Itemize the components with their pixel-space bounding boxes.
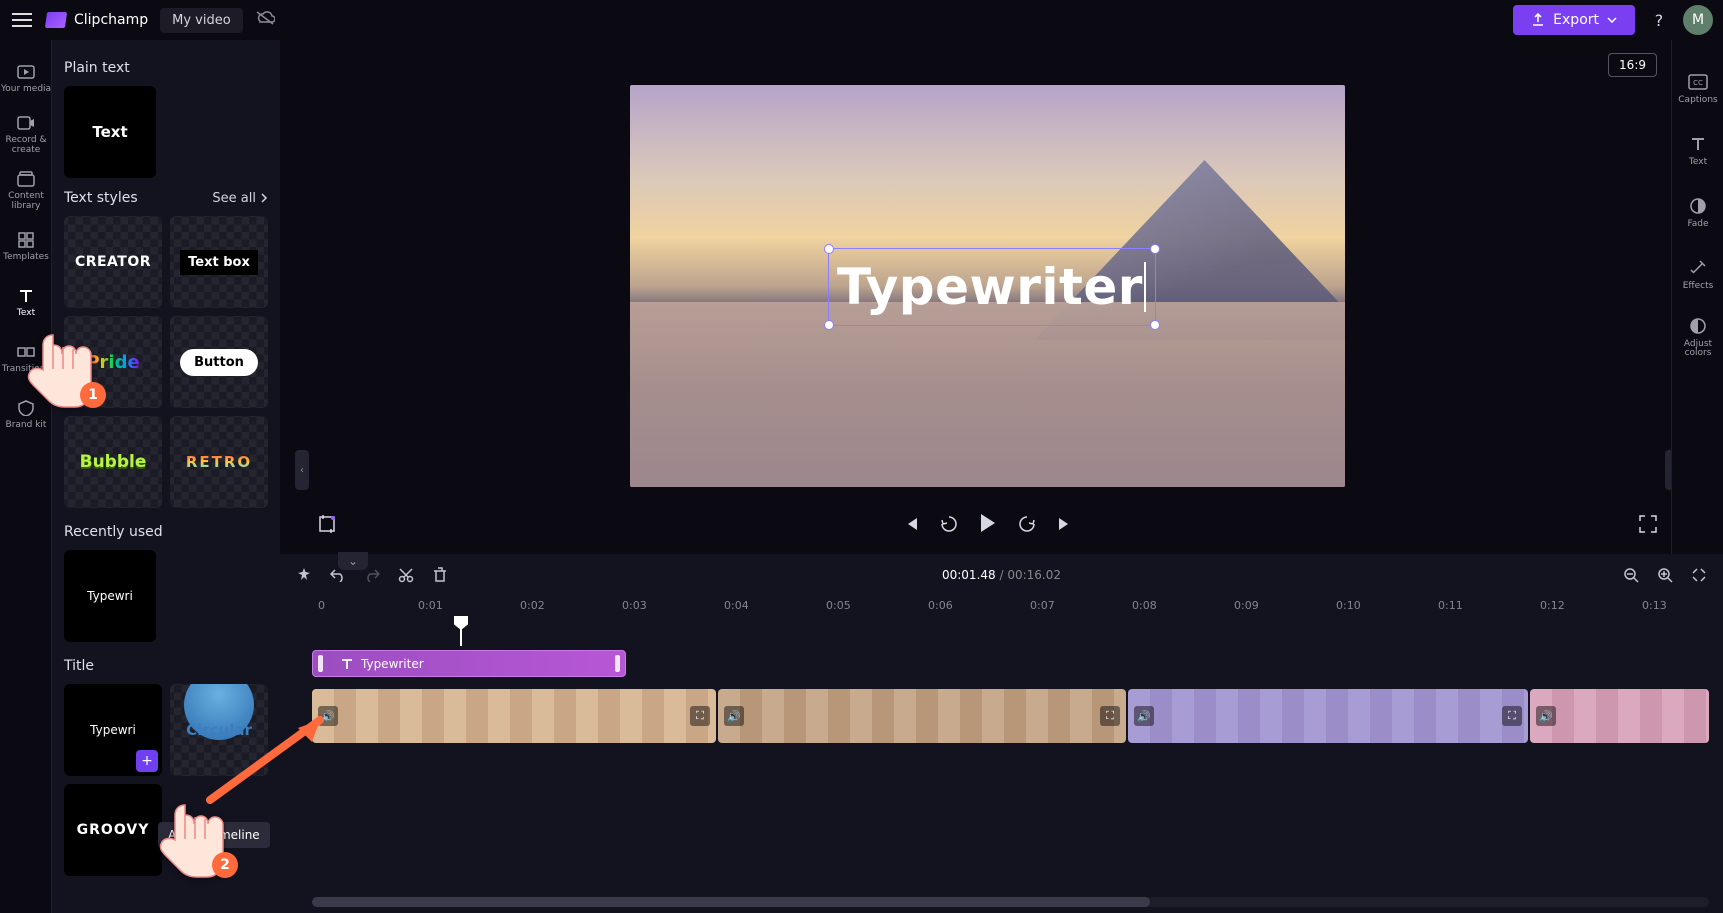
app-header: Clipchamp My video Export ? M — [0, 0, 1723, 40]
playhead[interactable] — [460, 620, 462, 646]
recent-typewriter-thumb[interactable]: Typewri — [64, 550, 156, 642]
record-icon — [16, 113, 36, 133]
rnav-adjust-colors[interactable]: Adjust colors — [1672, 306, 1723, 368]
recently-used-header: Recently used — [64, 524, 268, 540]
timeline-scrollbar[interactable] — [312, 897, 1709, 907]
rnav-captions[interactable]: CCCaptions — [1672, 58, 1723, 120]
fade-icon — [1688, 196, 1708, 216]
style-creator[interactable]: CREATOR — [64, 216, 162, 308]
export-button[interactable]: Export — [1513, 5, 1635, 35]
resize-handle-br[interactable] — [1150, 320, 1160, 330]
timeline-ruler[interactable]: 0 0:01 0:02 0:03 0:04 0:05 0:06 0:07 0:0… — [280, 596, 1723, 620]
chevron-down-icon — [1607, 17, 1617, 23]
nav-content-library[interactable]: Content library — [0, 162, 52, 218]
clip-trim-left[interactable] — [318, 655, 323, 672]
callout-pointer-1: 1 — [18, 320, 98, 424]
audio-icon[interactable]: 🔊 — [1536, 706, 1556, 726]
clip-options-icon[interactable]: ⛶ — [690, 706, 710, 726]
style-retro[interactable]: RETRO — [170, 416, 268, 508]
video-clip-1[interactable]: 🔊⛶ — [312, 689, 716, 743]
text-icon — [341, 658, 353, 670]
text-clip[interactable]: Typewriter — [312, 650, 626, 677]
timeline: ⌄ 00:01.48 / 00:16.02 0 0:01 0:02 0:03 0… — [280, 554, 1723, 913]
chevron-right-icon — [260, 193, 268, 203]
text-styles-header: Text styles — [64, 190, 138, 206]
skip-forward-icon[interactable] — [1057, 516, 1073, 537]
title-section-header: Title — [64, 658, 268, 674]
title-typewriter-thumb[interactable]: Typewri + — [64, 684, 162, 776]
clip-options-icon[interactable]: ⛶ — [1502, 706, 1522, 726]
rnav-fade[interactable]: Fade — [1672, 182, 1723, 244]
callout-pointer-2: 2 — [150, 790, 230, 894]
video-clip-3[interactable]: 🔊⛶ — [1128, 689, 1528, 743]
video-name-input[interactable]: My video — [160, 8, 243, 33]
text-cursor — [1144, 262, 1146, 312]
audio-icon[interactable]: 🔊 — [724, 706, 744, 726]
split-icon[interactable] — [396, 565, 416, 585]
scrollbar-thumb[interactable] — [312, 897, 1150, 907]
resize-handle-bl[interactable] — [824, 320, 834, 330]
user-avatar[interactable]: M — [1683, 5, 1713, 35]
magic-icon[interactable] — [294, 565, 314, 585]
audio-icon[interactable]: 🔊 — [1134, 706, 1154, 726]
rewind-icon[interactable] — [939, 514, 959, 539]
zoom-out-icon[interactable] — [1621, 565, 1641, 585]
left-nav: Your media Record & create Content libra… — [0, 40, 52, 913]
rnav-text[interactable]: Text — [1672, 120, 1723, 182]
style-bubble[interactable]: Bubble — [64, 416, 162, 508]
effects-icon — [1688, 258, 1708, 278]
style-text-box[interactable]: Text box — [170, 216, 268, 308]
plain-text-header: Plain text — [64, 60, 268, 76]
app-logo[interactable]: Clipchamp — [46, 12, 148, 28]
title-groovy-thumb[interactable]: GROOVY — [64, 784, 162, 876]
video-clip-2[interactable]: 🔊⛶ — [718, 689, 1126, 743]
rnav-effects[interactable]: Effects — [1672, 244, 1723, 306]
delete-icon[interactable] — [430, 565, 450, 585]
cloud-sync-icon[interactable] — [255, 10, 275, 30]
app-name: Clipchamp — [74, 12, 148, 28]
help-button[interactable]: ? — [1647, 8, 1671, 32]
media-icon — [16, 62, 36, 82]
play-button[interactable] — [979, 513, 997, 539]
upload-icon — [1531, 13, 1545, 27]
preview-canvas[interactable]: Typewriter — [630, 85, 1345, 487]
library-icon — [16, 169, 36, 189]
timeline-toolbar: 00:01.48 / 00:16.02 — [280, 554, 1723, 596]
menu-icon[interactable] — [10, 8, 34, 32]
overlay-text: Typewriter — [837, 258, 1143, 316]
crop-icon[interactable] — [317, 514, 337, 539]
skip-back-icon[interactable] — [903, 516, 919, 537]
text-icon — [1688, 134, 1708, 154]
preview-area: 16:9 Typewriter — [303, 53, 1671, 554]
resize-handle-tr[interactable] — [1150, 244, 1160, 254]
redo-icon[interactable] — [362, 565, 382, 585]
templates-icon — [16, 230, 36, 250]
tracks: Typewriter 🔊⛶ 🔊⛶ 🔊⛶ 🔊 — [280, 620, 1723, 646]
nav-templates[interactable]: Templates — [0, 218, 52, 274]
forward-icon[interactable] — [1017, 514, 1037, 539]
captions-icon: CC — [1688, 72, 1708, 92]
time-display: 00:01.48 / 00:16.02 — [942, 568, 1061, 582]
see-all-button[interactable]: See all — [212, 191, 268, 206]
add-to-timeline-button[interactable]: + — [136, 750, 158, 772]
text-icon — [16, 286, 36, 306]
video-clip-4[interactable]: 🔊 — [1530, 689, 1709, 743]
fullscreen-icon[interactable] — [1639, 515, 1657, 538]
style-button[interactable]: Button — [170, 316, 268, 408]
nav-record-create[interactable]: Record & create — [0, 106, 52, 162]
text-overlay-box[interactable]: Typewriter — [828, 248, 1156, 326]
adjust-colors-icon — [1688, 316, 1708, 336]
resize-handle-tl[interactable] — [824, 244, 834, 254]
aspect-ratio-button[interactable]: 16:9 — [1608, 53, 1657, 77]
export-label: Export — [1553, 12, 1599, 28]
zoom-in-icon[interactable] — [1655, 565, 1675, 585]
clip-trim-right[interactable] — [615, 655, 620, 672]
svg-text:CC: CC — [1693, 79, 1703, 87]
clip-options-icon[interactable]: ⛶ — [1100, 706, 1120, 726]
zoom-fit-icon[interactable] — [1689, 565, 1709, 585]
nav-your-media[interactable]: Your media — [0, 50, 52, 106]
plain-text-thumb[interactable]: Text — [64, 86, 156, 178]
clipchamp-logo-icon — [45, 12, 67, 28]
